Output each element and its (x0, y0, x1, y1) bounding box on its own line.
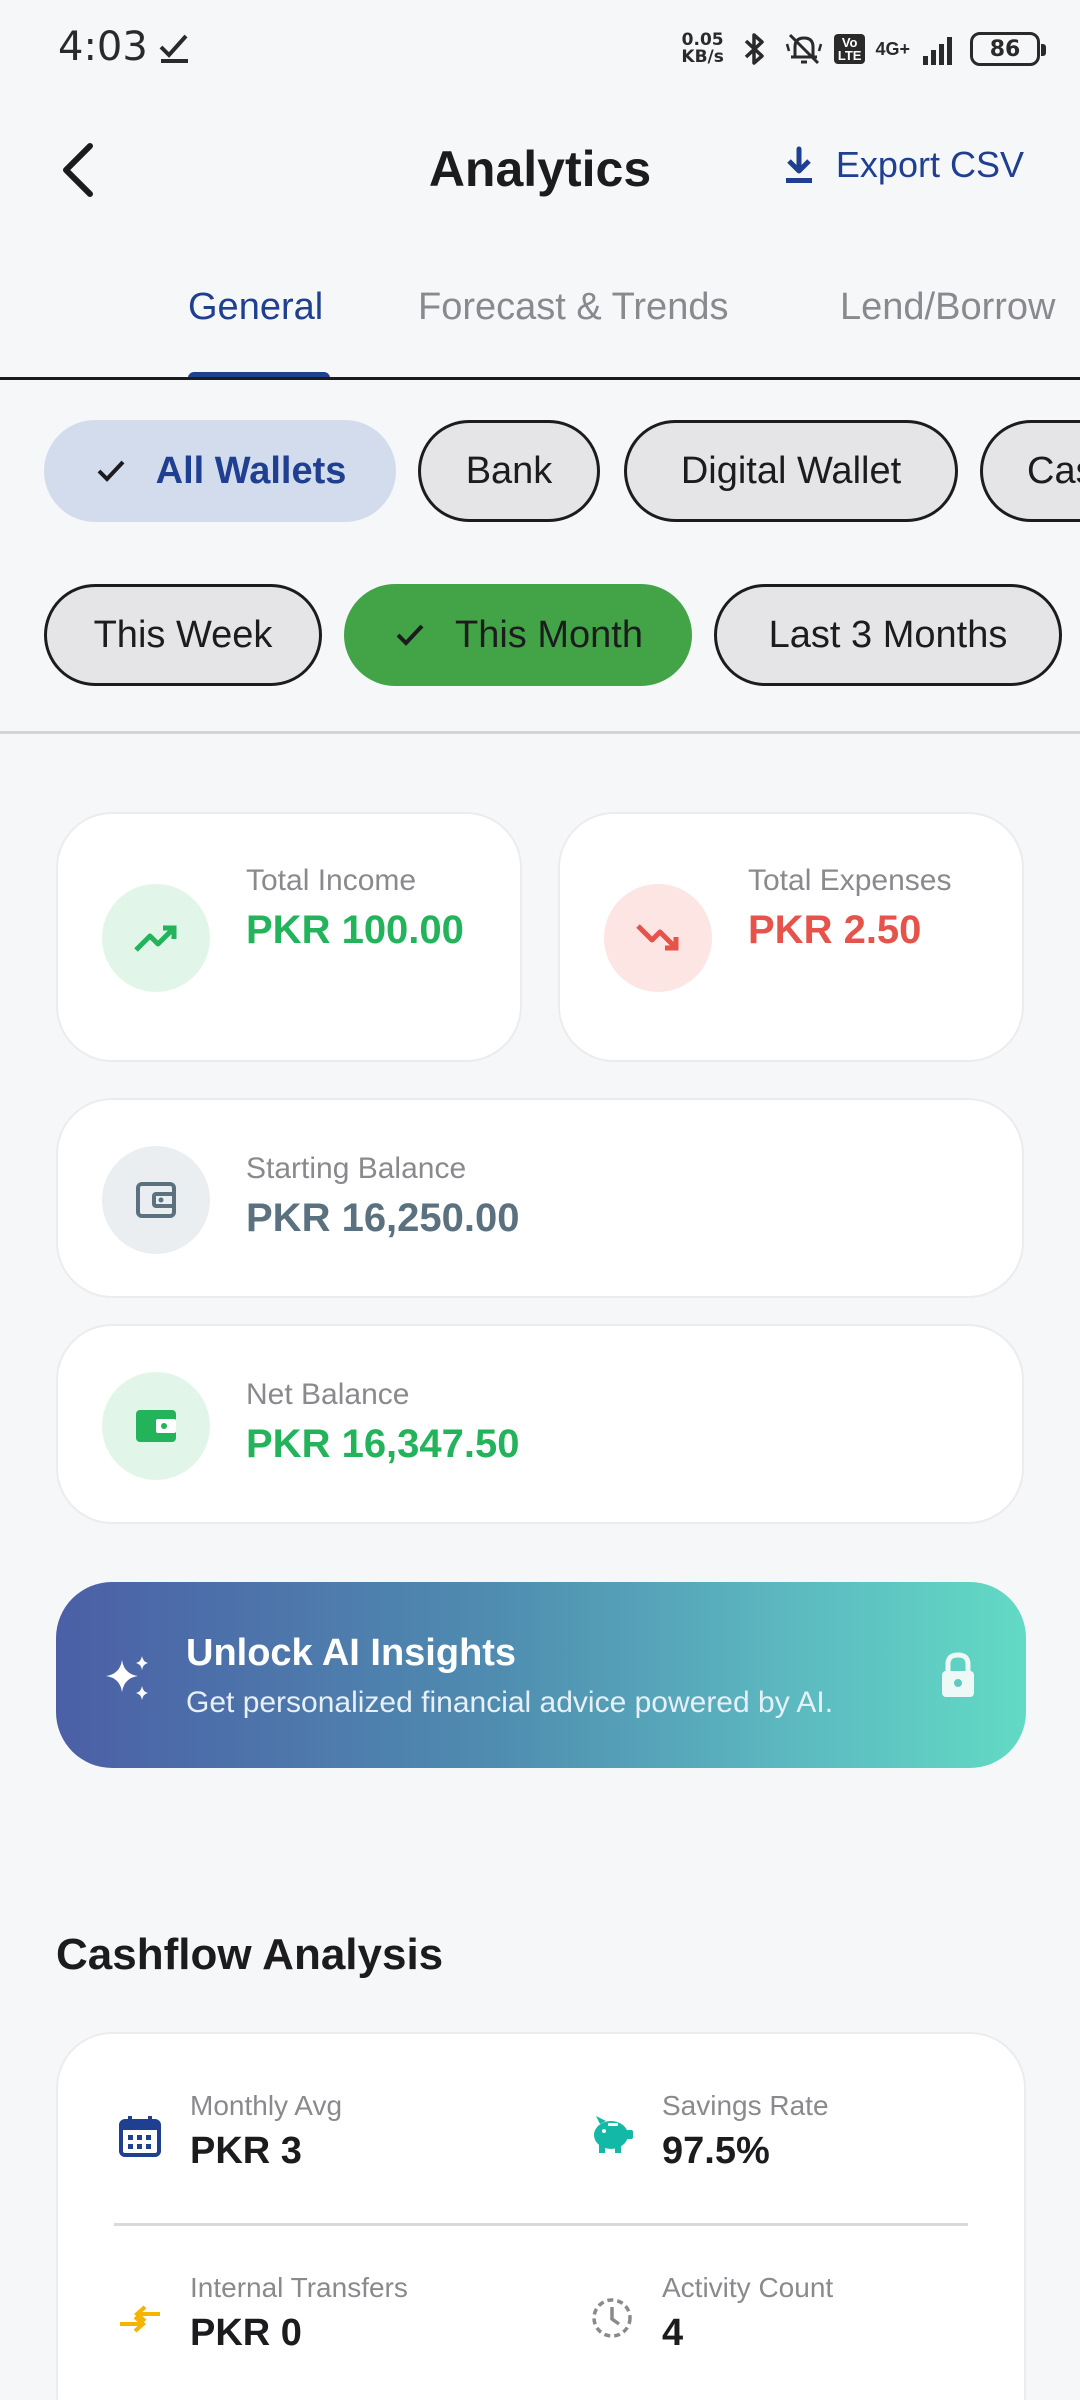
net-speed: 0.05 KB/s (681, 30, 724, 67)
stats-divider (114, 2223, 968, 2226)
savings-rate-value: 97.5% (662, 2130, 770, 2172)
income-icon-badge (102, 884, 210, 992)
chip-last-3-months[interactable]: Last 3 Months (714, 584, 1062, 686)
ai-banner-title: Unlock AI Insights (186, 1632, 517, 1674)
bluetooth-icon (744, 33, 764, 65)
tab-general[interactable]: General (188, 286, 323, 329)
chip-label: Cas (1027, 449, 1080, 492)
history-clock-icon (592, 2298, 632, 2338)
export-csv-button[interactable]: Export CSV (782, 144, 1024, 186)
status-time: 4:03 (58, 24, 148, 70)
task-done-icon (159, 34, 188, 63)
check-icon (97, 460, 125, 482)
chip-label: All Wallets (155, 449, 347, 492)
chip-this-week[interactable]: This Week (44, 584, 322, 686)
income-value: PKR 100.00 (246, 908, 464, 952)
muted-bell-icon (785, 33, 823, 65)
trending-up-icon (134, 925, 177, 952)
trending-down-icon (636, 924, 679, 951)
cashflow-section-title: Cashflow Analysis (56, 1930, 444, 1979)
chip-cash[interactable]: Cas (980, 420, 1080, 522)
back-arrow-icon (63, 143, 93, 197)
income-label: Total Income (246, 864, 417, 897)
wallet-icon (136, 1410, 176, 1442)
signal-icon (923, 37, 952, 65)
sparkle-icon (106, 1656, 148, 1700)
app-header: Analytics Export CSV (0, 100, 1080, 240)
net-balance-label: Net Balance (246, 1378, 410, 1411)
expenses-icon-badge (604, 884, 712, 992)
back-button[interactable] (50, 136, 106, 204)
net-balance-icon-badge (102, 1372, 210, 1480)
lock-icon (942, 1652, 974, 1697)
volte-icon: Vo LTE (833, 34, 866, 64)
chip-label: Bank (465, 449, 553, 492)
battery-icon: 86 (970, 32, 1046, 66)
active-tab-indicator (188, 372, 330, 377)
chip-this-month[interactable]: This Month (344, 584, 692, 686)
calendar-icon (119, 2116, 161, 2157)
network-type: 4G+ (875, 38, 910, 59)
tab-bar: General Forecast & Trends Lend/Borrow (0, 240, 1080, 380)
monthly-avg-value: PKR 3 (190, 2130, 302, 2172)
transfer-arrows-icon (120, 2305, 160, 2333)
internal-transfers-label: Internal Transfers (190, 2272, 408, 2303)
chip-label: This Month (455, 613, 643, 656)
monthly-avg-label: Monthly Avg (190, 2090, 343, 2121)
cashflow-stats-card: Monthly Avg PKR 3 Savings Rate 97.5% Int… (56, 2032, 1026, 2400)
tab-lend-borrow[interactable]: Lend/Borrow (840, 286, 1055, 329)
starting-balance-label: Starting Balance (246, 1152, 467, 1185)
tab-forecast-trends[interactable]: Forecast & Trends (418, 286, 728, 329)
filters-area: All Wallets Bank Digital Wallet Cas This… (0, 380, 1080, 734)
starting-balance-value: PKR 16,250.00 (246, 1196, 520, 1240)
net-balance-card: Net Balance PKR 16,347.50 (56, 1324, 1024, 1524)
piggy-bank-icon (594, 2116, 633, 2153)
internal-transfers-value: PKR 0 (190, 2312, 302, 2354)
wallet-outline-icon (136, 1182, 176, 1218)
expenses-label: Total Expenses (748, 864, 952, 897)
chip-digital-wallet[interactable]: Digital Wallet (624, 420, 958, 522)
total-expenses-card: Total Expenses PKR 2.50 (558, 812, 1024, 1062)
chip-label: Digital Wallet (680, 449, 902, 492)
download-icon (785, 146, 812, 183)
chip-bank[interactable]: Bank (418, 420, 600, 522)
check-icon (396, 624, 424, 646)
status-icons: 0.05 KB/s Vo LTE 4G+ 86 (681, 26, 1046, 72)
status-bar: 4:03 0.05 KB/s Vo LTE 4G+ 86 (0, 0, 1080, 100)
activity-count-value: 4 (662, 2312, 684, 2354)
ai-insights-banner[interactable]: Unlock AI Insights Get personalized fina… (56, 1582, 1026, 1768)
net-balance-value: PKR 16,347.50 (246, 1422, 520, 1466)
chip-label: Last 3 Months (768, 613, 1008, 656)
savings-rate-label: Savings Rate (662, 2090, 829, 2121)
expenses-value: PKR 2.50 (748, 908, 922, 952)
chip-label: This Week (93, 613, 273, 656)
export-label: Export CSV (835, 144, 1024, 185)
ai-banner-subtitle: Get personalized financial advice powere… (186, 1686, 834, 1719)
starting-balance-card: Starting Balance PKR 16,250.00 (56, 1098, 1024, 1298)
activity-count-label: Activity Count (662, 2272, 834, 2303)
starting-balance-icon-badge (102, 1146, 210, 1254)
total-income-card: Total Income PKR 100.00 (56, 812, 522, 1062)
chip-all-wallets[interactable]: All Wallets (44, 420, 396, 522)
